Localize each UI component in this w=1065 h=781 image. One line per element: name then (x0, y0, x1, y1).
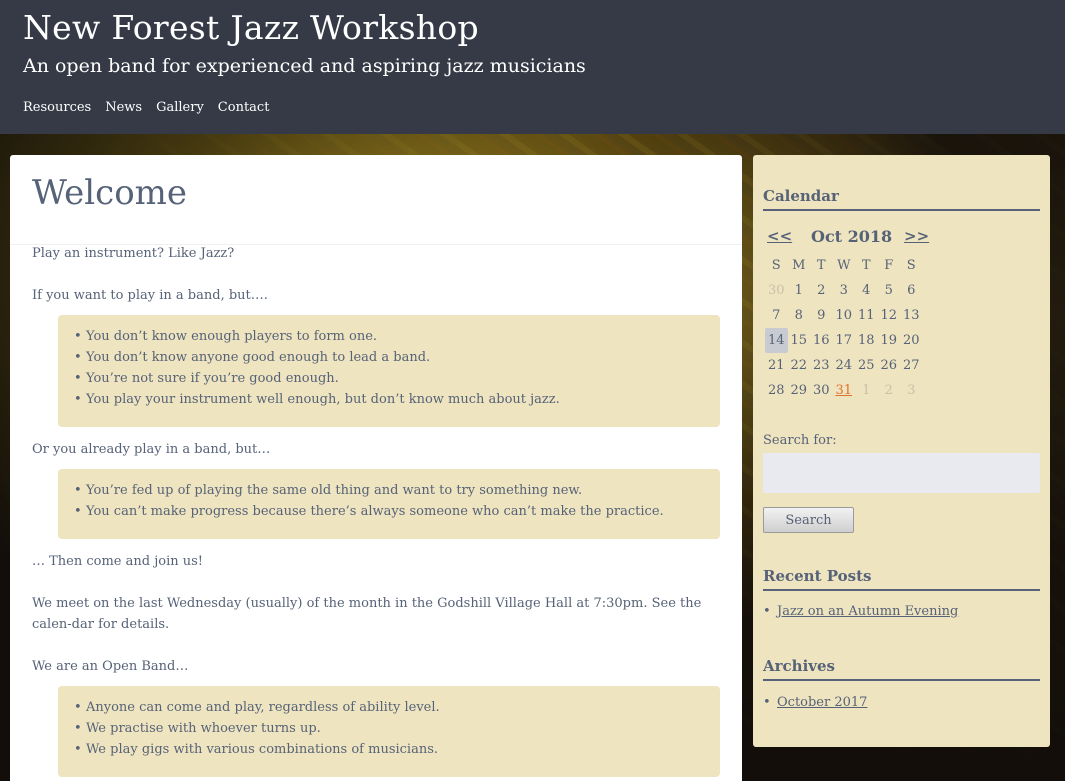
calendar-day: 6 (907, 283, 916, 298)
calendar-day: 8 (794, 308, 803, 323)
search-label: Search for: (763, 433, 837, 448)
calendar-day: 4 (862, 283, 871, 298)
main-content: Welcome Play an instrument? Like Jazz? I… (10, 155, 742, 781)
archives-list: October 2017 (763, 695, 867, 710)
list-item: Jazz on an Autumn Evening (763, 604, 958, 619)
list-item: October 2017 (763, 695, 867, 710)
list-item: You play your instrument well enough, bu… (74, 389, 704, 410)
page-title: Welcome (32, 173, 188, 213)
main-nav: Resources News Gallery Contact (23, 100, 269, 115)
calendar-day: 15 (790, 333, 808, 348)
nav-contact[interactable]: Contact (218, 100, 270, 115)
calendar-day: 17 (835, 333, 853, 348)
list-item: You’re fed up of playing the same old th… (74, 480, 704, 501)
calendar-day: 12 (880, 308, 898, 323)
list-item: You don’t know enough players to form on… (74, 326, 704, 347)
calendar-day: 24 (835, 358, 853, 373)
calendar-day: 3 (839, 283, 848, 298)
weekday-header: F (884, 258, 894, 273)
nav-resources[interactable]: Resources (23, 100, 91, 115)
calendar-day: 18 (857, 333, 875, 348)
calendar-day: 10 (835, 308, 853, 323)
join-paragraph: … Then come and join us! (32, 554, 203, 569)
calendar-day: 13 (902, 308, 920, 323)
calendar-day: 26 (880, 358, 898, 373)
nav-news[interactable]: News (105, 100, 142, 115)
weekday-header: T (816, 258, 826, 273)
calendar-grid: S M T W T F S 30 1 2 3 4 5 6 7 8 9 10 11… (765, 253, 923, 403)
already-band-paragraph: Or you already play in a band, but… (32, 442, 271, 457)
calendar-day: 27 (902, 358, 920, 373)
calendar-day: 30 (767, 283, 785, 298)
calendar-day: 2 (884, 383, 893, 398)
search-button[interactable]: Search (763, 507, 854, 533)
search-input[interactable] (763, 453, 1040, 493)
calendar-day: 3 (907, 383, 916, 398)
band-paragraph: If you want to play in a band, but…. (32, 288, 268, 303)
archives-title: Archives (763, 657, 1040, 681)
nav-gallery[interactable]: Gallery (156, 100, 204, 115)
site-title[interactable]: New Forest Jazz Workshop (23, 8, 479, 47)
calendar-day-event-link[interactable]: 31 (833, 378, 856, 403)
calendar-day: 1 (862, 383, 871, 398)
calendar-day: 25 (857, 358, 875, 373)
recent-posts-list: Jazz on an Autumn Evening (763, 604, 958, 619)
weekday-header: W (837, 258, 851, 273)
weekday-header: S (906, 258, 916, 273)
calendar-day: 19 (880, 333, 898, 348)
calendar-day: 16 (812, 333, 830, 348)
weekday-header: M (792, 258, 806, 273)
reasons-box: You don’t know enough players to form on… (58, 315, 720, 427)
recent-posts-title: Recent Posts (763, 567, 1040, 591)
calendar-day: 22 (790, 358, 808, 373)
calendar-day-today: 14 (765, 328, 788, 353)
site-header: New Forest Jazz Workshop An open band fo… (0, 0, 1065, 134)
weekday-header: T (861, 258, 871, 273)
calendar-day: 29 (790, 383, 808, 398)
list-item: We practise with whoever turns up. (74, 718, 704, 739)
archive-link[interactable]: October 2017 (777, 695, 867, 710)
calendar-day: 7 (772, 308, 781, 323)
list-item: You can’t make progress because there’s … (74, 501, 704, 522)
calendar-day: 30 (812, 383, 830, 398)
calendar-day: 1 (794, 283, 803, 298)
site-tagline: An open band for experienced and aspirin… (23, 55, 586, 77)
list-item: We play gigs with various combinations o… (74, 739, 704, 760)
calendar-day: 11 (857, 308, 875, 323)
recent-post-link[interactable]: Jazz on an Autumn Evening (777, 604, 958, 619)
sidebar: Calendar << Oct 2018 >> S M T W T F S 30… (753, 155, 1050, 747)
calendar-day: 23 (812, 358, 830, 373)
calendar-day: 21 (767, 358, 785, 373)
meeting-paragraph: We meet on the last Wednesday (usually) … (32, 596, 702, 632)
list-item: Anyone can come and play, regardless of … (74, 697, 704, 718)
open-band-box: Anyone can come and play, regardless of … (58, 686, 720, 777)
calendar-day: 20 (902, 333, 920, 348)
calendar-day: 2 (817, 283, 826, 298)
calendar-prev-link[interactable]: << (767, 227, 792, 245)
weekday-header: S (771, 258, 781, 273)
calendar-day: 9 (817, 308, 826, 323)
calendar-next-link[interactable]: >> (904, 227, 929, 245)
calendar-day: 5 (884, 283, 893, 298)
open-band-paragraph: We are an Open Band… (32, 659, 189, 674)
calendar-nav: << Oct 2018 >> (763, 227, 1040, 247)
list-item: You don’t know anyone good enough to lea… (74, 347, 704, 368)
calendar-day: 28 (767, 383, 785, 398)
calendar-month: Oct 2018 (811, 227, 893, 246)
frustrations-box: You’re fed up of playing the same old th… (58, 469, 720, 539)
intro-paragraph: Play an instrument? Like Jazz? (32, 246, 235, 261)
calendar-title: Calendar (763, 187, 1040, 211)
list-item: You’re not sure if you’re good enough. (74, 368, 704, 389)
